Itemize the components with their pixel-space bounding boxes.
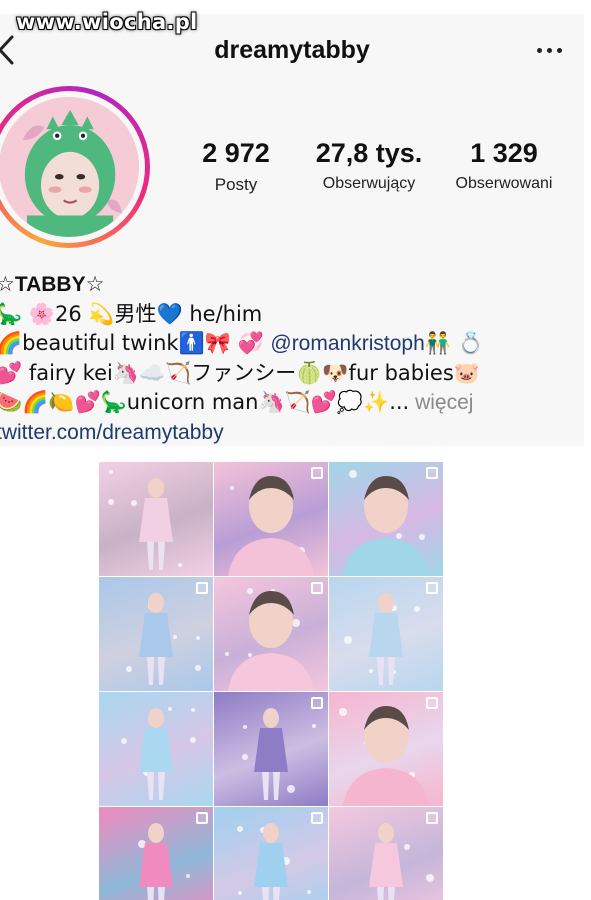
following-count: 1 329 [470,138,538,168]
post-thumbnail[interactable] [99,807,213,900]
post-photo [225,588,314,691]
post-thumbnail[interactable] [329,462,443,576]
post-thumbnail[interactable] [214,462,328,576]
avatar-photo [0,97,139,237]
bio-website-link[interactable]: twitter.com/dreamytabby [0,418,586,448]
profile-username: dreamytabby [214,36,370,64]
post-thumbnail[interactable] [329,692,443,806]
post-thumbnail[interactable] [214,807,328,900]
bio-more-button[interactable]: więcej [409,391,473,414]
stat-following[interactable]: 1 329 Obserwowani [440,138,568,193]
post-photo [242,708,316,800]
followers-label: Obserwujący [322,175,416,192]
multi-photo-icon [196,812,208,824]
stat-followers[interactable]: 27,8 tys. Obserwujący [306,138,432,193]
bio-line-3-text: 💕 fairy kei🦄☁️🏹ファンシー🍈🐶fur babies🐷 [0,360,480,385]
stat-posts[interactable]: 2 972 Posty [190,138,282,195]
post-photo [108,470,182,570]
multi-photo-icon [426,697,438,709]
bio-line-2: 🌈beautiful twink🚹🎀 💞 @romankristoph👬 💍 [0,329,586,359]
bio-line-1-text: 🦕 🌸26 💫男性💙 he/him [0,301,263,326]
profile-panel: dreamytabby 2 972 Posty 27,8 tys. Obserw… [0,14,584,446]
post-thumbnail[interactable] [99,692,213,806]
post-thumbnail[interactable] [99,577,213,691]
multi-photo-icon [311,697,323,709]
post-photo [339,706,429,806]
multi-photo-icon [426,467,438,479]
bio-line-3: 💕 fairy kei🦄☁️🏹ファンシー🍈🐶fur babies🐷 [0,359,586,389]
more-options-icon[interactable] [537,48,562,53]
profile-avatar[interactable] [0,86,150,248]
multi-photo-icon [426,812,438,824]
multi-photo-icon [196,582,208,594]
post-thumbnail[interactable] [214,577,328,691]
following-label: Obserwowani [455,175,553,192]
posts-label: Posty [214,175,258,194]
multi-photo-icon [311,582,323,594]
multi-photo-icon [311,812,323,824]
avatar-dino-hood-illustration [0,97,139,237]
post-photo [343,470,429,576]
post-photo [121,707,196,800]
bio-display-name: ☆TABBY☆ [0,273,105,296]
post-photo [228,476,314,576]
bio-mention-link[interactable]: @romankristoph [270,332,424,355]
site-watermark: www.wiocha.pl [16,10,198,34]
post-photo [126,593,201,685]
bio-line-4-text: 🍉🌈🍋💕🦕unicorn man🦄🏹💕💭✨... [0,390,410,414]
post-thumbnail[interactable] [329,807,443,900]
multi-photo-icon [311,467,323,479]
post-photo [344,593,420,685]
profile-bio: ☆TABBY☆ 🦕 🌸26 💫男性💙 he/him 🌈beautiful twi… [0,270,586,447]
post-thumbnail[interactable] [99,462,213,576]
followers-count: 27,8 tys. [315,138,423,168]
posts-grid [99,462,443,900]
bio-line-2-tail: 👬 💍 [424,331,484,355]
bio-line-1: 🦕 🌸26 💫男性💙 he/him [0,300,586,330]
bio-line-4: 🍉🌈🍋💕🦕unicorn man🦄🏹💕💭✨... więcej [0,388,586,418]
post-thumbnail[interactable] [214,692,328,806]
multi-photo-icon [426,582,438,594]
posts-count: 2 972 [202,138,270,168]
post-thumbnail[interactable] [329,577,443,691]
bio-line-2-text: 🌈beautiful twink🚹🎀 💞 [0,331,271,355]
